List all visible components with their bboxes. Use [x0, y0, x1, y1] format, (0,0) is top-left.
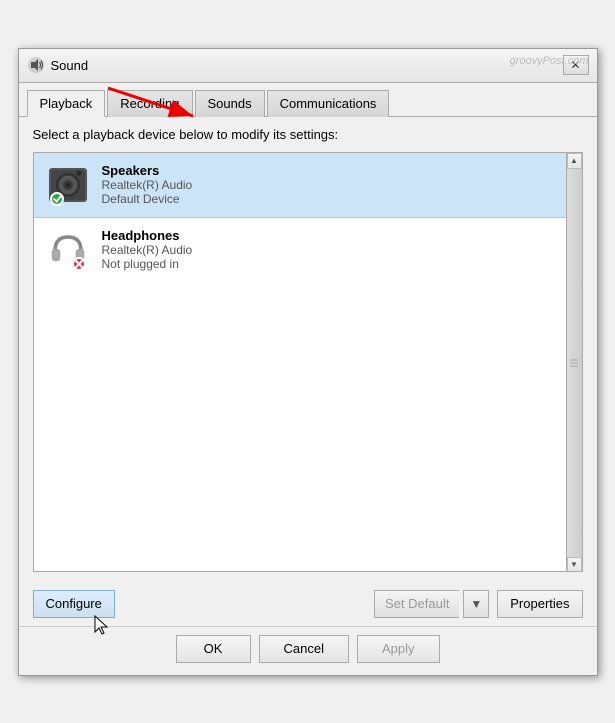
headphones-info: Headphones Realtek(R) Audio Not plugged …: [102, 228, 193, 271]
window-title: Sound: [51, 58, 89, 73]
headphones-icon: [47, 229, 89, 271]
title-bar-left: Sound: [27, 56, 89, 74]
headphones-icon-wrap: [44, 226, 92, 274]
configure-button[interactable]: Configure: [33, 590, 115, 618]
headphones-status: Not plugged in: [102, 257, 193, 271]
set-default-dropdown[interactable]: ▼: [463, 590, 489, 618]
tab-recording[interactable]: Recording: [107, 90, 192, 117]
device-item-headphones[interactable]: Headphones Realtek(R) Audio Not plugged …: [34, 218, 582, 283]
headphones-name: Headphones: [102, 228, 193, 243]
apply-button[interactable]: Apply: [357, 635, 440, 663]
tabs-bar: Playback Recording Sounds Communications: [19, 83, 597, 116]
properties-button[interactable]: Properties: [497, 590, 582, 618]
device-item-speakers[interactable]: Speakers Realtek(R) Audio Default Device…: [34, 153, 582, 218]
bottom-buttons: Configure Set Default ▼ Properties: [19, 582, 597, 626]
scrollbar[interactable]: ▲ ▼: [566, 153, 582, 572]
dialog-footer: OK Cancel Apply: [19, 626, 597, 675]
speakers-icon: [47, 164, 89, 206]
sound-dialog: Sound ✕ groovyPost.com Playback Recordin…: [18, 48, 598, 676]
cancel-button[interactable]: Cancel: [259, 635, 349, 663]
scrollbar-up-btn[interactable]: ▲: [567, 153, 582, 169]
sound-title-icon: [27, 56, 45, 74]
watermark-text: groovyPost.com: [510, 55, 589, 67]
tab-playback[interactable]: Playback: [27, 90, 106, 117]
tab-communications[interactable]: Communications: [267, 90, 390, 117]
speakers-driver: Realtek(R) Audio: [102, 178, 193, 192]
ok-button[interactable]: OK: [176, 635, 251, 663]
instruction-text: Select a playback device below to modify…: [33, 127, 583, 142]
headphones-driver: Realtek(R) Audio: [102, 243, 193, 257]
speakers-status: Default Device: [102, 192, 193, 206]
speakers-name: Speakers: [102, 163, 193, 178]
scrollbar-down-btn[interactable]: ▼: [567, 557, 582, 572]
content-area: Select a playback device below to modify…: [19, 116, 597, 582]
speakers-icon-wrap: [44, 161, 92, 209]
scrollbar-grip: [570, 359, 578, 366]
tab-sounds[interactable]: Sounds: [195, 90, 265, 117]
set-default-button[interactable]: Set Default: [374, 590, 459, 618]
speakers-info: Speakers Realtek(R) Audio Default Device: [102, 163, 193, 206]
device-list[interactable]: Speakers Realtek(R) Audio Default Device…: [33, 152, 583, 572]
